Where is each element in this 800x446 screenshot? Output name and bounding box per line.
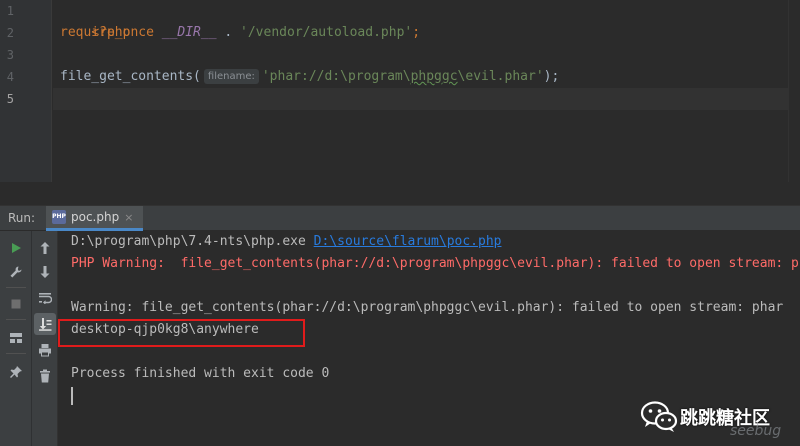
function-call: file_get_contents( (60, 69, 201, 84)
scroll-down-button[interactable] (34, 261, 56, 283)
wrench-icon (10, 266, 22, 278)
run-tab-poc[interactable]: PHP poc.php × (46, 206, 144, 231)
current-line-highlight (53, 88, 800, 110)
run-toolbar-secondary (32, 231, 58, 446)
pin-tab-button[interactable] (5, 361, 27, 383)
soft-wrap-button[interactable] (34, 287, 56, 309)
scroll-up-button[interactable] (34, 237, 56, 259)
phar-path-string-a: 'phar://d:\program\ (261, 69, 411, 84)
watermark: 跳跳糖社区 seebug (640, 398, 800, 440)
code-line-2[interactable]: require_once __DIR__ . '/vendor/autoload… (60, 22, 420, 44)
code-line-4[interactable]: file_get_contents(filename:'phar://d:\pr… (60, 66, 559, 88)
run-tab-label: poc.php (71, 210, 120, 224)
php-file-icon: PHP (52, 210, 66, 224)
console-warning: Warning: file_get_contents(phar://d:\pro… (71, 300, 784, 315)
line-number: 3 (6, 48, 14, 62)
layout-icon (10, 333, 22, 343)
phar-path-string-b: \evil.phar' (457, 69, 544, 84)
stop-button[interactable] (5, 293, 27, 315)
concat-operator: . (216, 25, 241, 40)
line-number-current: 5 (6, 92, 14, 106)
statement-end: ; (412, 25, 421, 40)
line-number: 1 (6, 4, 14, 18)
parameter-hint: filename: (203, 69, 259, 84)
phar-path-string-typo: phpggc (410, 69, 458, 84)
autoload-path-string: '/vendor/autoload.php' (240, 25, 413, 40)
output-highlight-box (58, 319, 305, 347)
code-editor[interactable]: 1 2 3 4 5 <?php require_once __DIR__ . '… (0, 0, 800, 182)
pin-icon (10, 366, 22, 378)
line-number-gutter: 1 2 3 4 5 (0, 0, 52, 182)
play-icon (12, 243, 21, 253)
editor-scrollbar[interactable] (788, 0, 800, 182)
script-path-link[interactable]: D:\source\flarum\poc.php (314, 234, 502, 249)
watermark-subtext: seebug (730, 423, 782, 439)
stop-icon (11, 299, 21, 309)
line-number: 4 (6, 70, 14, 84)
arrow-up-icon (40, 242, 50, 254)
toolbar-separator (6, 353, 26, 354)
scroll-to-end-icon (39, 318, 52, 331)
dir-constant: __DIR__ (161, 25, 217, 40)
restore-layout-button[interactable] (5, 327, 27, 349)
editor-bottom-area (0, 182, 800, 206)
console-php-warning: PHP Warning: file_get_contents(phar://d:… (71, 256, 800, 271)
keyword-require-once: require_once (60, 25, 154, 40)
rerun-button[interactable] (5, 237, 27, 259)
scroll-to-end-button[interactable] (34, 313, 56, 335)
edit-configuration-button[interactable] (5, 261, 27, 283)
line-number: 2 (6, 26, 14, 40)
toolbar-separator (6, 287, 26, 288)
console-input-caret (71, 387, 73, 405)
print-button[interactable] (34, 339, 56, 361)
call-end: ); (543, 69, 560, 84)
trash-icon (40, 369, 50, 383)
php-exe-path: D:\program\php\7.4-nts\php.exe (71, 234, 314, 249)
run-toolbar-primary (0, 231, 32, 446)
console-command-line: D:\program\php\7.4-nts\php.exe D:\source… (71, 231, 501, 253)
soft-wrap-icon (39, 293, 52, 304)
toolbar-separator (6, 319, 26, 320)
arrow-down-icon (40, 266, 50, 278)
close-icon[interactable]: × (124, 211, 133, 224)
code-line-1[interactable]: <?php (60, 0, 130, 40)
printer-icon (39, 344, 51, 357)
wechat-icon (640, 401, 678, 432)
console-exit-message: Process finished with exit code 0 (71, 366, 330, 381)
run-tool-window-header: Run: PHP poc.php × (0, 206, 800, 231)
clear-all-button[interactable] (34, 365, 56, 387)
run-label: Run: (8, 211, 36, 225)
